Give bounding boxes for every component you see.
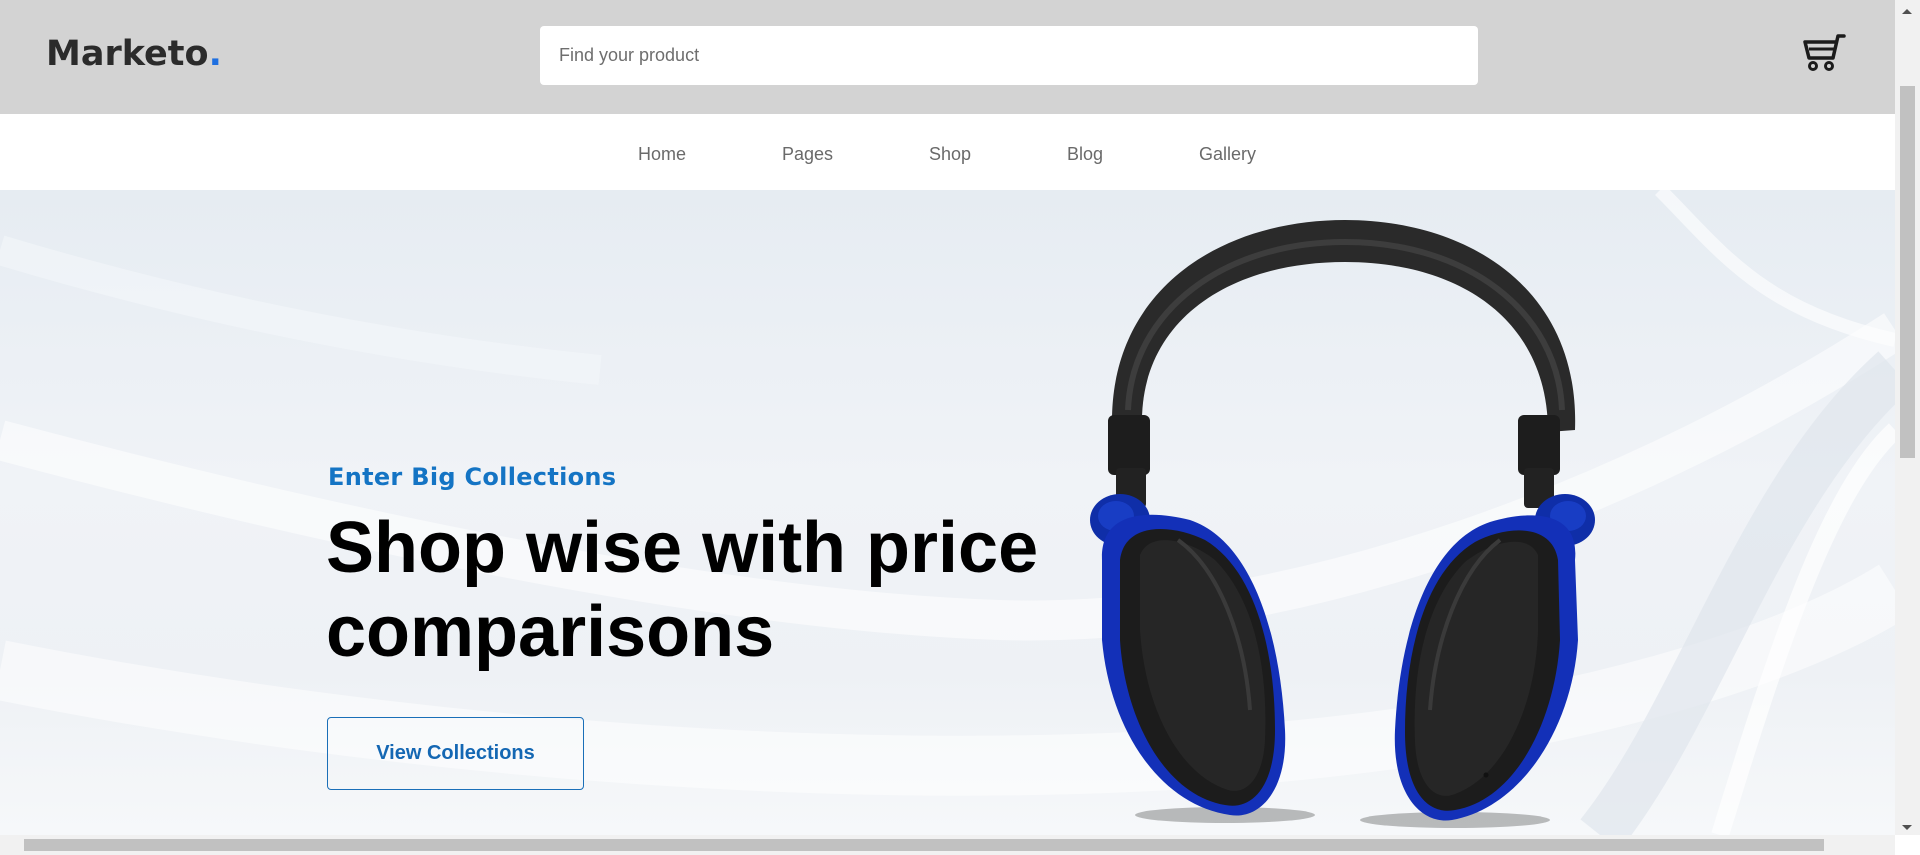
hero-headline-line1: Shop wise with price — [326, 508, 1039, 588]
view-collections-button[interactable]: View Collections — [327, 717, 584, 790]
nav-shop[interactable]: Shop — [929, 144, 971, 165]
vertical-scrollbar[interactable] — [1895, 0, 1920, 835]
nav-blog[interactable]: Blog — [1067, 144, 1103, 165]
nav-home[interactable]: Home — [638, 144, 686, 165]
horizontal-scroll-thumb[interactable] — [24, 839, 1824, 851]
hero-kicker: Enter Big Collections — [328, 463, 617, 491]
horizontal-scrollbar[interactable] — [0, 835, 1895, 855]
logo[interactable]: Marketo. — [46, 34, 222, 74]
cart-icon[interactable] — [1802, 32, 1848, 72]
main-nav: Home Pages Shop Blog Gallery — [0, 114, 1895, 190]
site-header: Marketo. — [0, 0, 1895, 114]
nav-pages[interactable]: Pages — [782, 144, 833, 165]
hero-headline-line2: comparisons — [326, 592, 775, 672]
headphones-image — [1090, 220, 1595, 828]
vertical-scroll-thumb[interactable] — [1900, 86, 1915, 458]
hero-headline: Shop wise with price comparisons — [326, 506, 1086, 674]
hero-banner: Enter Big Collections Shop wise with pri… — [0, 190, 1895, 835]
search-input[interactable] — [540, 26, 1478, 85]
scroll-down-icon[interactable] — [1902, 825, 1912, 830]
logo-text: Marketo — [46, 34, 209, 74]
nav-gallery[interactable]: Gallery — [1199, 144, 1256, 165]
scroll-up-icon[interactable] — [1902, 9, 1912, 14]
logo-dot: . — [208, 34, 222, 74]
